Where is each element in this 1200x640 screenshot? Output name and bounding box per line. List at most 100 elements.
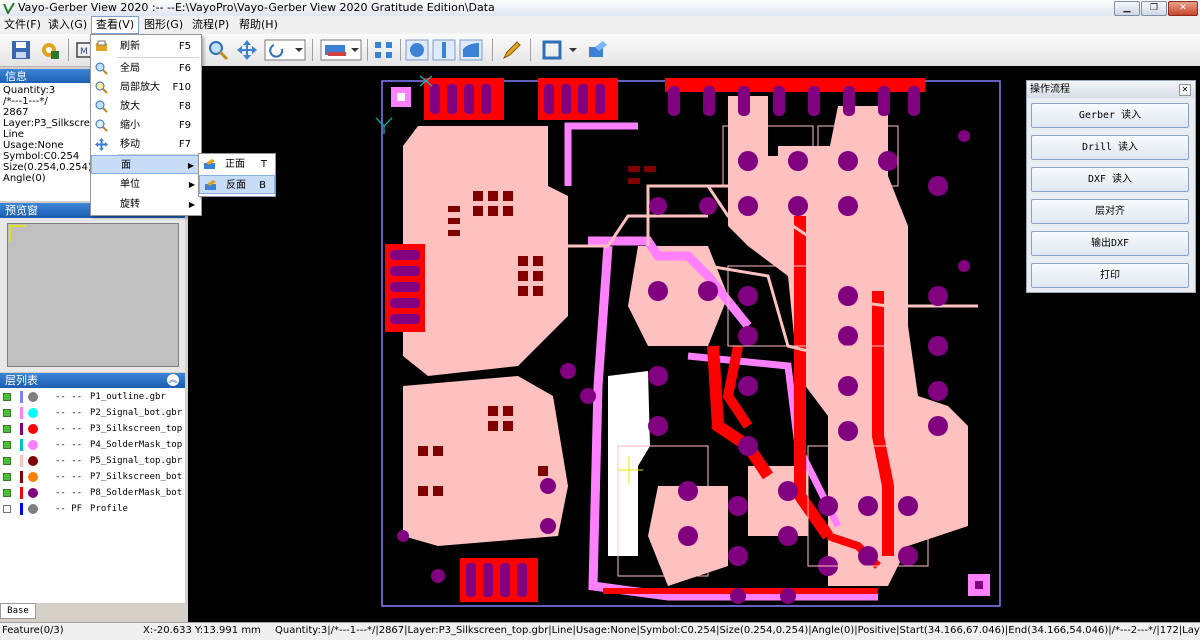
layer-color-dot[interactable] <box>28 472 38 482</box>
status-coordinates: X:-20.633 Y:13.991 mm <box>143 625 261 636</box>
layer-color-dropdown-icon[interactable] <box>320 39 362 61</box>
dxf-import-button[interactable]: DXF 读入 <box>1031 167 1189 192</box>
view-menu-item[interactable]: 移动 F7 <box>91 135 201 154</box>
move-toolbar-icon[interactable] <box>235 39 259 61</box>
layer-visibility-checkbox[interactable] <box>3 489 11 497</box>
layer-row[interactable]: -- PF Profile <box>0 501 185 517</box>
gerber-import-button[interactable]: Gerber 读入 <box>1031 103 1189 128</box>
close-icon[interactable]: ✕ <box>1179 84 1191 96</box>
menu-item-label: 单位 <box>120 179 140 190</box>
rotate-dropdown-icon[interactable] <box>264 39 306 61</box>
layer-row[interactable]: -- -- P2_Signal_bot.gbr <box>0 405 185 421</box>
settings-icon[interactable] <box>37 39 61 61</box>
move-icon <box>95 138 108 151</box>
menu-flow[interactable]: 流程(P) <box>188 17 233 33</box>
menu-graphics[interactable]: 图形(G) <box>140 17 187 33</box>
menu-item-label: 反面 <box>226 180 246 191</box>
layer-color-dot[interactable] <box>28 456 38 466</box>
zoom-out-icon <box>95 119 108 132</box>
layer-align-button[interactable]: 层对齐 <box>1031 199 1189 224</box>
status-bar: Feature(0/3) X:-20.633 Y:13.991 mm Quant… <box>0 622 1200 640</box>
preview-corner-marker <box>9 225 26 242</box>
circle-tool-icon[interactable] <box>405 39 429 61</box>
view-menu-item[interactable]: 刷新 F5 <box>91 37 201 56</box>
view-menu-item[interactable]: 缩小 F9 <box>91 116 201 135</box>
status-feature: Feature(0/3) <box>2 625 64 636</box>
pencil-icon[interactable] <box>500 39 524 61</box>
layer-tag: -- -- <box>55 488 83 498</box>
layer-visibility-checkbox[interactable] <box>3 473 11 481</box>
drill-import-button[interactable]: Drill 读入 <box>1031 135 1189 160</box>
app-logo-icon <box>3 2 15 14</box>
menu-item-label: 局部放大 <box>120 82 160 93</box>
save-icon[interactable] <box>9 39 33 61</box>
zoom-in-toolbar-icon[interactable] <box>206 39 230 61</box>
menu-item-shortcut: F8 <box>178 101 191 112</box>
layer-color-dot[interactable] <box>28 408 38 418</box>
layer-color-dot[interactable] <box>28 440 38 450</box>
layer-row[interactable]: -- -- P7_Silkscreen_bot <box>0 469 185 485</box>
layer-color-dot[interactable] <box>28 504 38 514</box>
arc-tool-icon[interactable] <box>459 39 483 61</box>
submenu-arrow-icon: ▶ <box>187 161 194 170</box>
face-front-item[interactable]: 正面 T <box>199 155 275 174</box>
layer-visibility-checkbox[interactable] <box>3 505 11 513</box>
menu-file[interactable]: 文件(F) <box>0 17 45 33</box>
menu-view[interactable]: 查看(V) <box>91 16 140 34</box>
layer-visibility-checkbox[interactable] <box>3 457 11 465</box>
export-dxf-button[interactable]: 输出DXF <box>1031 231 1189 256</box>
view-menu-item[interactable]: 单位 ▶ <box>91 175 201 194</box>
collapse-icon[interactable]: ︽ <box>167 374 179 386</box>
view-menu-item[interactable]: 全局 F6 <box>91 59 201 78</box>
menu-help[interactable]: 帮助(H) <box>235 17 282 33</box>
layer-visibility-checkbox[interactable] <box>3 393 11 401</box>
menu-item-label: 正面 <box>225 159 245 170</box>
face-back-item[interactable]: 反面 B <box>199 175 275 194</box>
preview-viewport[interactable] <box>7 223 179 367</box>
export-icon[interactable] <box>585 39 609 61</box>
layer-row[interactable]: -- -- P3_Silkscreen_top <box>0 421 185 437</box>
layer-color-bar <box>20 455 23 467</box>
layer-color-bar <box>20 487 23 499</box>
layer-color-dot[interactable] <box>28 392 38 402</box>
layer-color-dot[interactable] <box>28 424 38 434</box>
layer-visibility-checkbox[interactable] <box>3 425 11 433</box>
layer-row[interactable]: -- -- P1_outline.gbr <box>0 389 185 405</box>
print-button[interactable]: 打印 <box>1031 263 1189 288</box>
menu-item-label: 缩小 <box>120 120 140 131</box>
menu-import[interactable]: 读入(G) <box>44 17 91 33</box>
menu-item-shortcut: F7 <box>178 139 191 150</box>
rectangle-tool-icon[interactable] <box>540 39 580 61</box>
layer-tag: -- -- <box>55 424 83 434</box>
base-tab[interactable]: Base <box>0 603 36 619</box>
layer-row[interactable]: -- -- P5_Signal_top.gbr <box>0 453 185 469</box>
layer-color-bar <box>20 423 23 435</box>
layer-panel-title: 层列表 <box>5 374 38 387</box>
grid-select-icon[interactable] <box>372 39 396 61</box>
layer-row[interactable]: -- -- P4_SolderMask_top <box>0 437 185 453</box>
layer-tag: -- -- <box>55 440 83 450</box>
close-button[interactable]: ✕ <box>1168 1 1198 16</box>
layer-name: P1_outline.gbr <box>90 392 166 402</box>
menu-item-label: 刷新 <box>120 41 140 52</box>
status-detail: Quantity:3|/*---1---*/|2867|Layer:P3_Sil… <box>275 625 1200 636</box>
layer-color-bar <box>20 503 23 515</box>
layer-color-dot[interactable] <box>28 488 38 498</box>
menu-item-shortcut: B <box>259 180 266 191</box>
minimize-button[interactable]: ▁ <box>1114 1 1140 16</box>
face-submenu: 正面 T 反面 B <box>198 153 276 197</box>
menu-bar: 文件(F) 读入(G) 查看(V) 图形(G) 流程(P) 帮助(H) <box>0 16 1200 34</box>
restore-button[interactable]: ❐ <box>1141 1 1167 16</box>
layer-name: P5_Signal_top.gbr <box>90 456 183 466</box>
view-menu-item[interactable]: 放大 F8 <box>91 97 201 116</box>
layer-visibility-checkbox[interactable] <box>3 441 11 449</box>
view-menu-item[interactable]: 旋转 ▶ <box>91 195 201 214</box>
view-menu-item[interactable]: 局部放大 F10 <box>91 78 201 97</box>
layer-visibility-checkbox[interactable] <box>3 409 11 417</box>
line-tool-icon[interactable] <box>432 39 456 61</box>
layer-row[interactable]: -- -- P8_SolderMask_bot <box>0 485 185 501</box>
menu-item-label: 旋转 <box>120 199 140 210</box>
view-menu-item[interactable]: 面 ▶ <box>91 155 201 174</box>
layer-color-bar <box>20 471 23 483</box>
layer-tag: -- -- <box>55 456 83 466</box>
